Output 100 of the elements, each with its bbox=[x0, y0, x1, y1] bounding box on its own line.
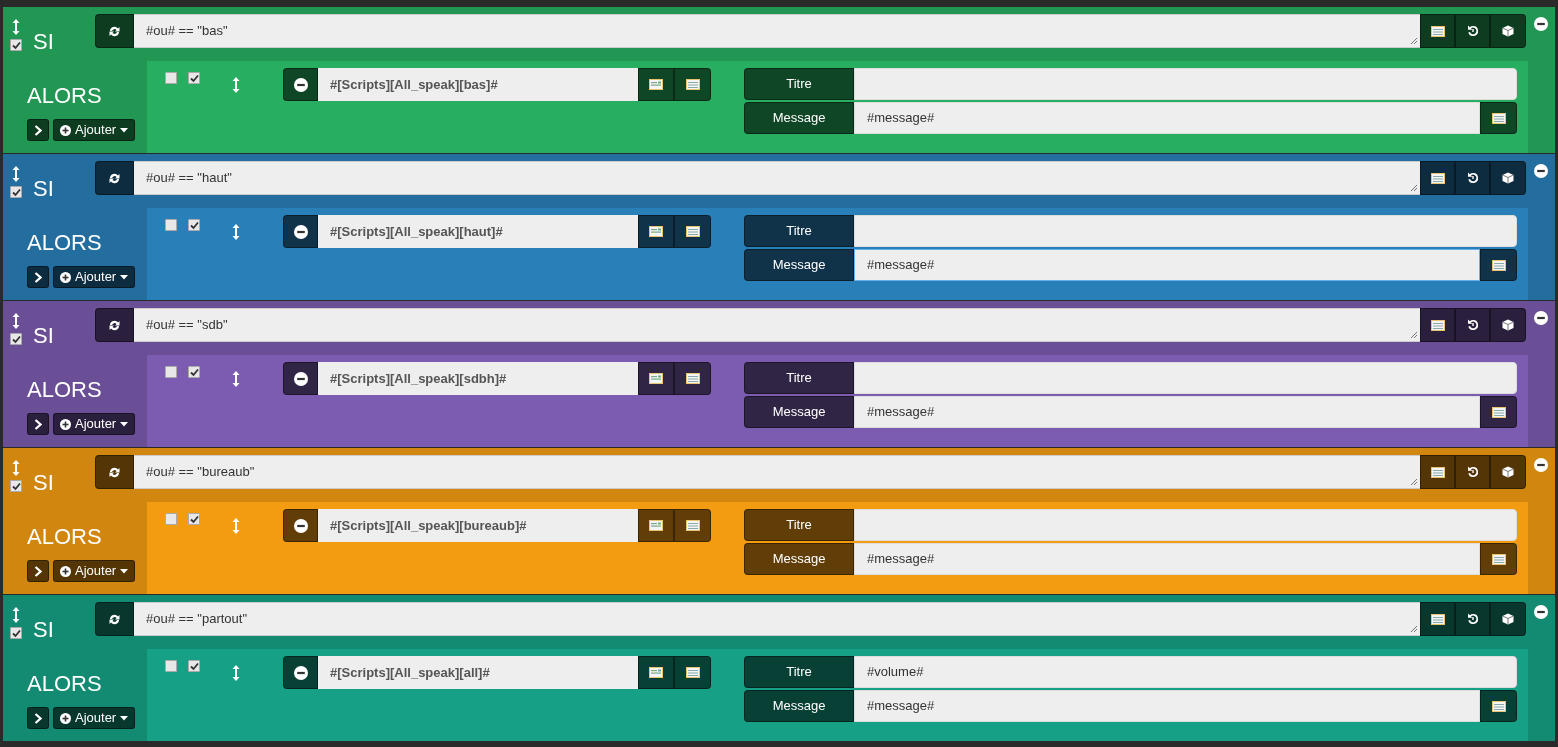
list-button[interactable] bbox=[674, 509, 711, 542]
remove-button[interactable] bbox=[1534, 164, 1548, 178]
condition-field[interactable]: #ou# == "partout" bbox=[134, 602, 1420, 636]
remove-action-button[interactable] bbox=[283, 656, 318, 689]
remove-button[interactable] bbox=[1534, 311, 1548, 325]
text-field[interactable]: #message# bbox=[854, 249, 1480, 281]
cube-button[interactable] bbox=[1490, 308, 1526, 342]
list-button[interactable] bbox=[1420, 161, 1455, 195]
expand-button[interactable] bbox=[27, 119, 49, 141]
text-field[interactable]: #message# bbox=[854, 396, 1480, 428]
remove-button[interactable] bbox=[1534, 458, 1548, 472]
condition-field[interactable]: #ou# == "sdb" bbox=[134, 308, 1420, 342]
command-field[interactable]: #[Scripts][All_speak][sdbh]# bbox=[318, 362, 638, 395]
text-field[interactable]: #message# bbox=[854, 102, 1480, 134]
remove-button[interactable] bbox=[1534, 17, 1548, 31]
checkbox[interactable] bbox=[188, 72, 200, 84]
expand-button[interactable] bbox=[27, 560, 49, 582]
command-field[interactable]: #[Scripts][All_speak][all]# bbox=[318, 656, 638, 689]
list-button[interactable] bbox=[1480, 396, 1517, 428]
cube-button[interactable] bbox=[1490, 602, 1526, 636]
remove-action-button[interactable] bbox=[283, 509, 318, 542]
command-field[interactable]: #[Scripts][All_speak][bureaub]# bbox=[318, 509, 638, 542]
minus-circle-icon bbox=[1534, 17, 1548, 31]
list-button[interactable] bbox=[674, 68, 711, 101]
add-dropdown-button[interactable]: Ajouter bbox=[53, 413, 136, 435]
cube-button[interactable] bbox=[1490, 455, 1526, 489]
cube-button[interactable] bbox=[1490, 14, 1526, 48]
text-field[interactable] bbox=[854, 215, 1517, 247]
text-field[interactable]: #message# bbox=[854, 543, 1480, 575]
remove-action-button[interactable] bbox=[283, 215, 318, 248]
list-button[interactable] bbox=[1420, 14, 1455, 48]
text-field[interactable]: #volume# bbox=[854, 656, 1517, 688]
list-button[interactable] bbox=[1480, 543, 1517, 575]
checkbox[interactable] bbox=[10, 39, 22, 51]
list-button[interactable] bbox=[674, 215, 711, 248]
list-button[interactable] bbox=[1480, 249, 1517, 281]
checkbox[interactable] bbox=[165, 366, 177, 378]
add-dropdown-button[interactable]: Ajouter bbox=[53, 707, 136, 729]
remove-action-button[interactable] bbox=[283, 68, 318, 101]
remove-action-button[interactable] bbox=[283, 362, 318, 395]
text-block-icon bbox=[649, 373, 663, 384]
history-button[interactable] bbox=[1455, 455, 1490, 489]
add-dropdown-button[interactable]: Ajouter bbox=[53, 560, 136, 582]
command-field[interactable]: #[Scripts][All_speak][bas]# bbox=[318, 68, 638, 101]
checkbox[interactable] bbox=[10, 480, 22, 492]
text-block-button[interactable] bbox=[638, 362, 674, 395]
minus-circle-icon bbox=[293, 518, 308, 533]
list-icon bbox=[1491, 259, 1506, 271]
list-button[interactable] bbox=[1420, 602, 1455, 636]
refresh-button[interactable] bbox=[95, 161, 134, 195]
text-field[interactable] bbox=[854, 68, 1517, 100]
text-block-button[interactable] bbox=[638, 215, 674, 248]
history-button[interactable] bbox=[1455, 602, 1490, 636]
checkbox[interactable] bbox=[188, 366, 200, 378]
text-field[interactable] bbox=[854, 362, 1517, 394]
refresh-button[interactable] bbox=[95, 602, 134, 636]
list-button[interactable] bbox=[1420, 455, 1455, 489]
up-down-arrow-icon bbox=[232, 223, 240, 241]
history-button[interactable] bbox=[1455, 14, 1490, 48]
history-button[interactable] bbox=[1455, 308, 1490, 342]
condition-field[interactable]: #ou# == "bureaub" bbox=[134, 455, 1420, 489]
checkbox[interactable] bbox=[188, 513, 200, 525]
checkbox[interactable] bbox=[188, 219, 200, 231]
alors-label: ALORS bbox=[27, 526, 103, 548]
list-button[interactable] bbox=[1480, 690, 1517, 722]
checkbox[interactable] bbox=[165, 72, 177, 84]
checkbox[interactable] bbox=[10, 186, 22, 198]
list-button[interactable] bbox=[674, 656, 711, 689]
checkbox[interactable] bbox=[188, 660, 200, 672]
text-block-icon bbox=[649, 79, 663, 90]
expand-button[interactable] bbox=[27, 707, 49, 729]
refresh-button[interactable] bbox=[95, 455, 134, 489]
expand-button[interactable] bbox=[27, 413, 49, 435]
text-block-button[interactable] bbox=[638, 68, 674, 101]
add-dropdown-button[interactable]: Ajouter bbox=[53, 119, 136, 141]
checkbox[interactable] bbox=[165, 513, 177, 525]
condition-field[interactable]: #ou# == "bas" bbox=[134, 14, 1420, 48]
minus-circle-icon bbox=[293, 77, 308, 92]
cube-button[interactable] bbox=[1490, 161, 1526, 195]
checkbox[interactable] bbox=[10, 627, 22, 639]
checkbox[interactable] bbox=[165, 219, 177, 231]
command-field[interactable]: #[Scripts][All_speak][haut]# bbox=[318, 215, 638, 248]
refresh-button[interactable] bbox=[95, 308, 134, 342]
plus-circle-icon bbox=[60, 124, 71, 136]
list-button[interactable] bbox=[1480, 102, 1517, 134]
text-field[interactable]: #message# bbox=[854, 690, 1480, 722]
refresh-button[interactable] bbox=[95, 14, 134, 48]
plus-circle-icon bbox=[60, 418, 71, 430]
text-field[interactable] bbox=[854, 509, 1517, 541]
text-block-button[interactable] bbox=[638, 509, 674, 542]
history-button[interactable] bbox=[1455, 161, 1490, 195]
list-button[interactable] bbox=[674, 362, 711, 395]
add-dropdown-button[interactable]: Ajouter bbox=[53, 266, 136, 288]
list-button[interactable] bbox=[1420, 308, 1455, 342]
condition-field[interactable]: #ou# == "haut" bbox=[134, 161, 1420, 195]
checkbox[interactable] bbox=[165, 660, 177, 672]
text-block-button[interactable] bbox=[638, 656, 674, 689]
checkbox[interactable] bbox=[10, 333, 22, 345]
expand-button[interactable] bbox=[27, 266, 49, 288]
remove-button[interactable] bbox=[1534, 605, 1548, 619]
